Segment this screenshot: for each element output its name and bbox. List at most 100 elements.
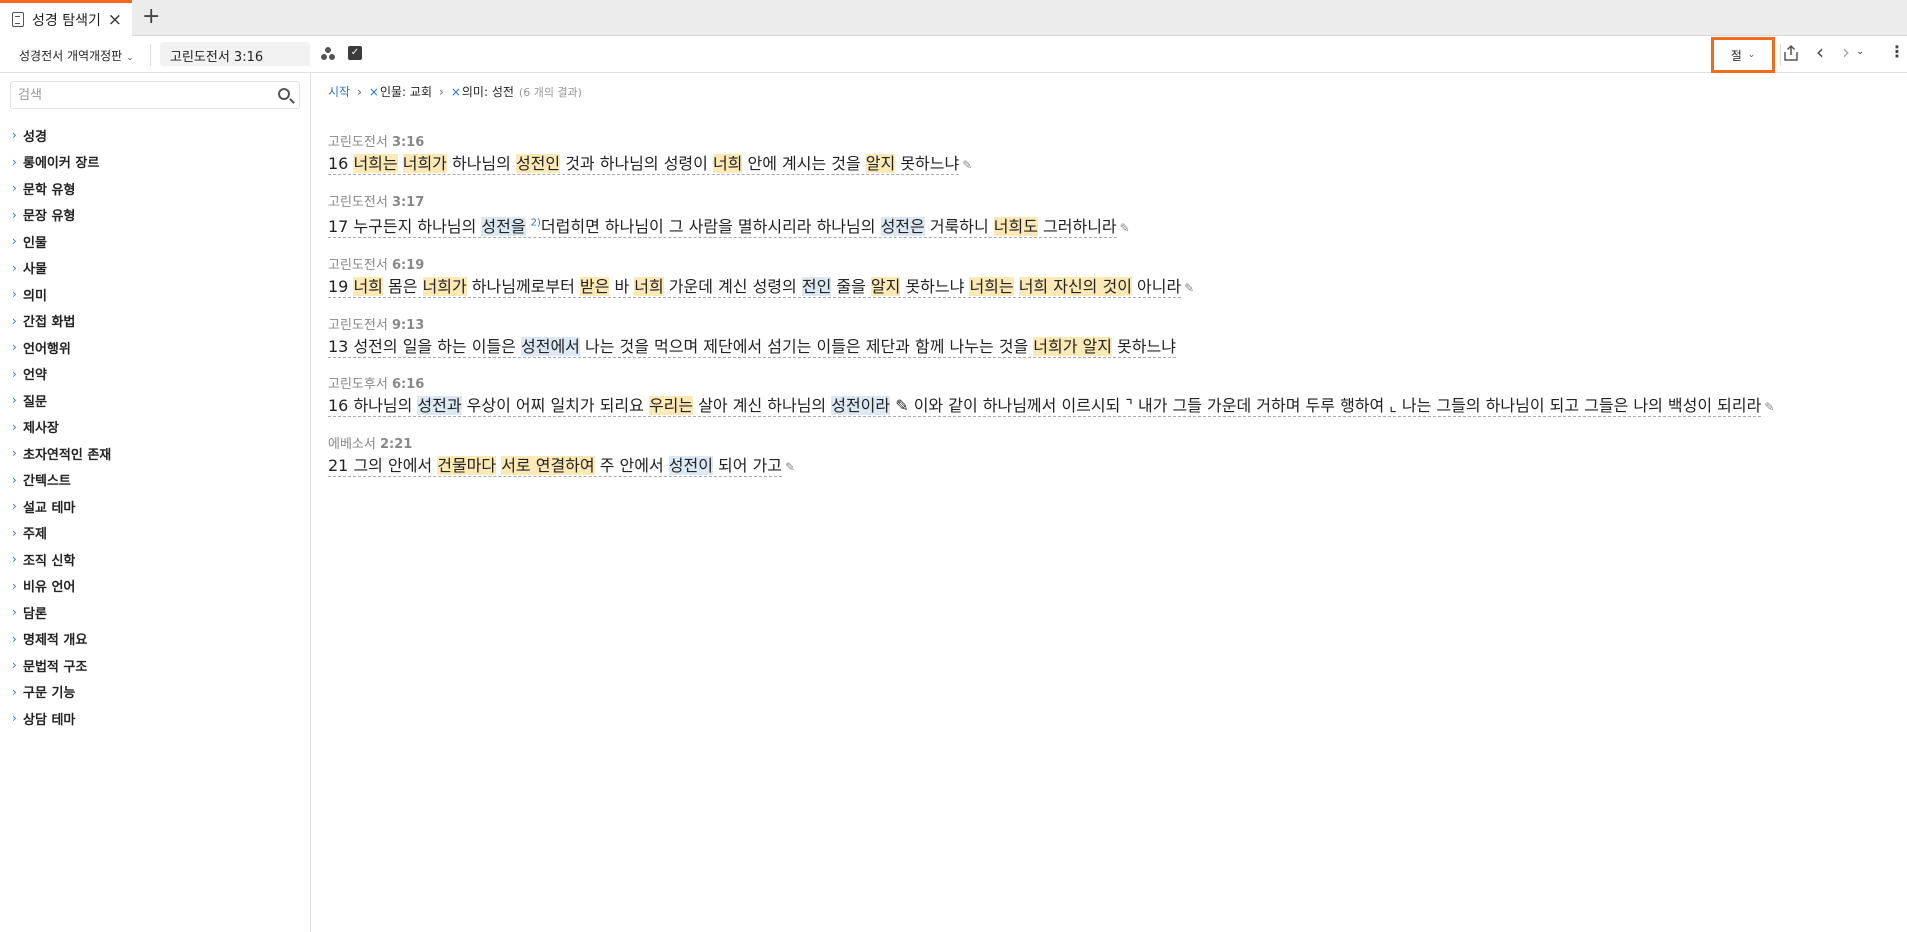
- verse-book: 고린도전서: [328, 318, 392, 334]
- highlight-person: 너희가: [422, 277, 467, 297]
- verse-reference[interactable]: 에베소서 2:21: [328, 433, 1898, 452]
- pen-icon[interactable]: ✎: [962, 158, 972, 172]
- close-icon[interactable]: ×: [108, 10, 122, 30]
- remove-filter-icon[interactable]: ×: [369, 85, 379, 99]
- sidebar-item[interactable]: › 의미: [12, 281, 111, 308]
- verse-text: 17 누구든지 하나님의 성전을 2)더럽히면 하나님이 그 사람을 멸하시리라…: [328, 212, 1898, 240]
- sidebar-item[interactable]: › 사물: [12, 255, 111, 282]
- sidebar-item[interactable]: › 인물: [12, 228, 111, 255]
- unit-dropdown[interactable]: 절 ⌄: [1711, 37, 1775, 73]
- expand-chevron-icon[interactable]: ›: [12, 287, 23, 301]
- expand-chevron-icon[interactable]: ›: [12, 499, 23, 513]
- verse-reference[interactable]: 고린도전서 3:17: [328, 191, 1898, 210]
- pen-icon[interactable]: ✎: [1764, 400, 1774, 414]
- expand-chevron-icon[interactable]: ›: [12, 446, 23, 460]
- sidebar-item[interactable]: › 설교 테마: [12, 493, 111, 520]
- verse-reference[interactable]: 고린도전서 3:16: [328, 131, 1898, 150]
- more-menu-icon[interactable]: ⋮: [1889, 42, 1905, 61]
- expand-chevron-icon[interactable]: ›: [12, 605, 23, 619]
- main-panel: 시작 › × 인물: 교회 › × 의미: 성전 (6 개의 결과) 고린도전서…: [312, 73, 1907, 932]
- sidebar-item[interactable]: › 주제: [12, 520, 111, 547]
- expand-chevron-icon[interactable]: ›: [12, 579, 23, 593]
- sidebar-item[interactable]: › 조직 신학: [12, 546, 111, 573]
- expand-chevron-icon[interactable]: ›: [12, 632, 23, 646]
- sidebar-item[interactable]: › 성경: [12, 122, 111, 149]
- breadcrumb-start[interactable]: 시작: [328, 83, 350, 100]
- remove-filter-icon[interactable]: ×: [451, 85, 461, 99]
- verse-reference[interactable]: 고린도전서 9:13: [328, 314, 1898, 334]
- checkbox-icon[interactable]: ✓: [348, 46, 362, 60]
- expand-chevron-icon[interactable]: ›: [12, 314, 23, 328]
- chevron-down-icon: ⌄: [1747, 50, 1756, 60]
- sidebar-item[interactable]: › 문장 유형: [12, 202, 111, 229]
- expand-chevron-icon[interactable]: ›: [12, 711, 23, 725]
- expand-chevron-icon[interactable]: ›: [12, 208, 23, 222]
- sidebar-item[interactable]: › 간접 화법: [12, 308, 111, 335]
- expand-chevron-icon[interactable]: ›: [12, 658, 23, 672]
- sidebar-item[interactable]: › 초자연적인 존재: [12, 440, 111, 467]
- verse-segment: 살아 계신 하나님의: [693, 396, 832, 416]
- sidebar-item[interactable]: › 문법적 구조: [12, 652, 111, 679]
- highlight-person: 너희가: [402, 154, 447, 173]
- expand-chevron-icon[interactable]: ›: [12, 685, 23, 699]
- share-icon[interactable]: [1783, 44, 1799, 62]
- back-icon[interactable]: ‹: [1816, 40, 1824, 64]
- search-input[interactable]: [11, 82, 261, 108]
- divider: [150, 44, 151, 66]
- new-tab-icon[interactable]: +: [142, 4, 160, 29]
- expand-chevron-icon[interactable]: ›: [12, 155, 23, 169]
- search-icon[interactable]: [278, 88, 290, 100]
- sidebar-item[interactable]: › 롱에이커 장르: [12, 149, 111, 176]
- verse-reference[interactable]: 고린도전서 6:19: [328, 254, 1898, 273]
- history-chevron-icon[interactable]: ⌄: [1856, 46, 1864, 57]
- pen-icon[interactable]: ✎: [1184, 281, 1194, 295]
- expand-chevron-icon[interactable]: ›: [12, 181, 23, 195]
- sidebar-item[interactable]: › 명제적 개요: [12, 626, 111, 653]
- footnote-marker[interactable]: 2): [531, 218, 541, 229]
- sidebar-item-label: 구문 기능: [23, 686, 76, 702]
- breadcrumb-filter-meaning[interactable]: 의미: 성전: [462, 83, 514, 100]
- expand-chevron-icon[interactable]: ›: [12, 393, 23, 407]
- expand-chevron-icon[interactable]: ›: [12, 261, 23, 275]
- tab-bar: 성경 탐색기 × +: [0, 0, 1907, 36]
- version-dropdown[interactable]: 성경전서 개역개정판 ⌄: [19, 47, 134, 64]
- verse-segment: 것과 하나님의 성령이: [560, 154, 713, 173]
- sidebar-item[interactable]: › 제사장: [12, 414, 111, 441]
- reference-input[interactable]: 고린도전서 3:16: [160, 42, 310, 66]
- sidebar-item[interactable]: › 구문 기능: [12, 679, 111, 706]
- forward-icon[interactable]: ›: [1842, 40, 1850, 64]
- expand-chevron-icon[interactable]: ›: [12, 526, 23, 540]
- expand-chevron-icon[interactable]: ›: [12, 420, 23, 434]
- verse-book: 고린도전서: [328, 135, 392, 150]
- expand-chevron-icon[interactable]: ›: [12, 128, 23, 142]
- verse-segment: 안에 계시는 것을: [742, 154, 866, 173]
- highlight-person: 우리는: [648, 396, 694, 416]
- expand-chevron-icon[interactable]: ›: [12, 340, 23, 354]
- version-label: 성경전서 개역개정판: [19, 49, 123, 63]
- verse-chapter: 3:17: [391, 195, 425, 210]
- sidebar-item[interactable]: › 담론: [12, 599, 111, 626]
- sidebar-item-label: 언약: [23, 368, 47, 384]
- sidebar-item[interactable]: › 비유 언어: [12, 573, 111, 600]
- expand-chevron-icon[interactable]: ›: [12, 552, 23, 566]
- verse-segment: 나는 것을 먹으며 제단에서 섬기는 이들은 제단과 함께 나누는 것을: [579, 337, 1034, 357]
- verse-segment: 몸은: [382, 277, 423, 297]
- sidebar-item[interactable]: › 언약: [12, 361, 111, 388]
- sidebar-item-label: 초자연적인 존재: [23, 447, 112, 463]
- expand-chevron-icon[interactable]: ›: [12, 234, 23, 248]
- expand-chevron-icon[interactable]: ›: [12, 367, 23, 381]
- verse-reference[interactable]: 고린도후서 6:16: [328, 373, 1898, 392]
- sidebar-item[interactable]: › 질문: [12, 387, 111, 414]
- breadcrumb-filter-person[interactable]: 인물: 교회: [380, 83, 432, 100]
- sidebar-item[interactable]: › 문학 유형: [12, 175, 111, 202]
- expand-chevron-icon[interactable]: ›: [12, 473, 23, 487]
- pen-icon[interactable]: ✎: [1120, 221, 1130, 235]
- tab-bible-explorer[interactable]: 성경 탐색기 ×: [0, 0, 132, 36]
- verse-segment: 바: [609, 277, 635, 297]
- pen-icon[interactable]: ✎: [785, 460, 795, 474]
- verse-segment: 더럽히면 하나님이 그 사람을 멸하시리라 하나님의: [540, 217, 881, 237]
- people-icon[interactable]: [320, 46, 336, 62]
- sidebar-item[interactable]: › 간텍스트: [12, 467, 111, 494]
- sidebar-item[interactable]: › 상담 테마: [12, 705, 111, 732]
- sidebar-item[interactable]: › 언어행위: [12, 334, 111, 361]
